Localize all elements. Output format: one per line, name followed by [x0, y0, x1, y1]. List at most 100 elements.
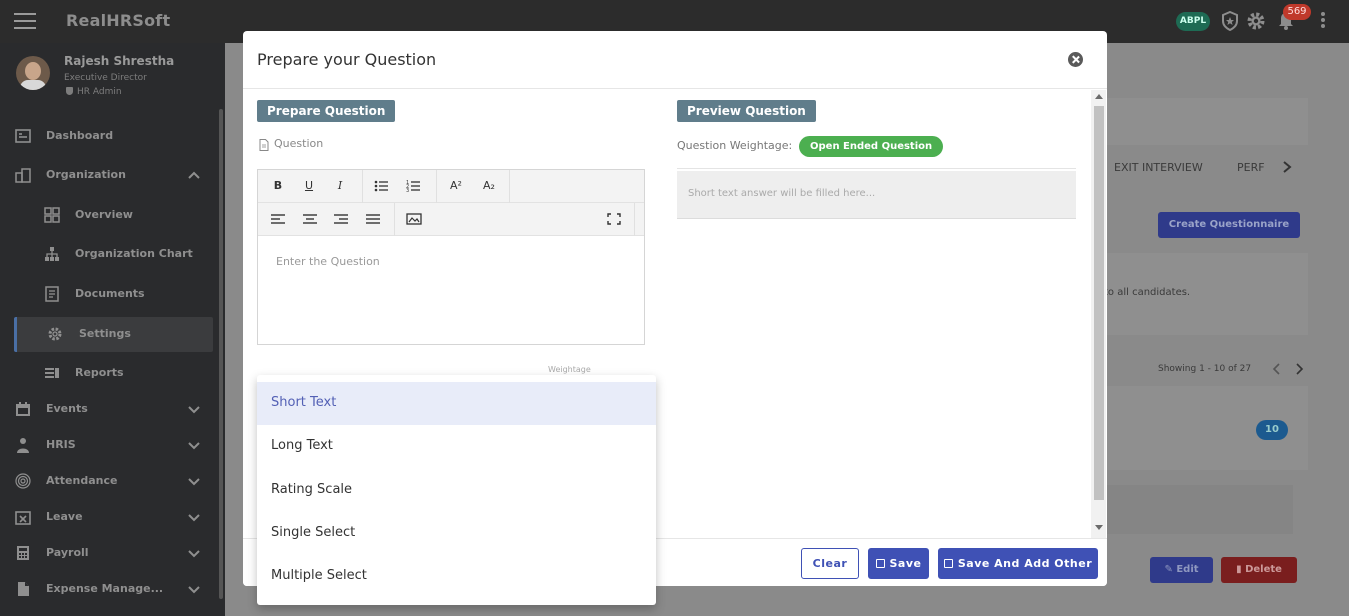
profile-name: Rajesh Shrestha [64, 54, 175, 68]
fullscreen-icon[interactable] [605, 211, 623, 227]
save-icon [943, 559, 953, 568]
subscript-button[interactable]: A₂ [480, 178, 498, 194]
save-and-add-other-button[interactable]: Save And Add Other [938, 548, 1098, 579]
reports-icon [45, 368, 59, 378]
chevron-down-icon [188, 406, 200, 414]
delete-button[interactable]: ▮ Delete [1221, 557, 1297, 583]
option-label: Long Text [271, 438, 333, 453]
person-icon [17, 438, 29, 453]
overview-icon [44, 207, 60, 223]
more-options-icon[interactable] [1320, 12, 1326, 30]
sidebar-item-settings[interactable]: Settings [0, 319, 225, 349]
clear-button[interactable]: Clear [801, 548, 859, 579]
align-right-icon[interactable] [332, 211, 350, 227]
menu-icon[interactable] [14, 13, 36, 29]
option-label: Multiple Select [271, 568, 367, 583]
sidebar-item-documents[interactable]: Documents [0, 279, 225, 309]
scroll-up-icon[interactable] [1095, 94, 1103, 99]
sidebar-item-events[interactable]: Events [0, 394, 225, 424]
count-badge: 10 [1256, 420, 1288, 440]
underline-button[interactable]: U [300, 178, 318, 194]
toolbar-divider [436, 170, 437, 203]
save-button[interactable]: Save [868, 548, 929, 579]
chevron-down-icon [188, 478, 200, 486]
gear-icon[interactable] [1246, 11, 1266, 31]
dashboard-icon [15, 129, 31, 143]
modal-scrollbar[interactable] [1091, 90, 1106, 538]
chevron-right-icon[interactable] [1294, 363, 1304, 375]
close-icon[interactable] [1068, 52, 1083, 67]
sidebar-scrollbar[interactable] [219, 109, 223, 599]
preview-answer-field: Short text answer will be filled here... [677, 171, 1076, 219]
sidebar-item-label: Events [46, 402, 88, 415]
sidebar: Rajesh Shrestha Executive Director HR Ad… [0, 43, 225, 616]
question-editor: B U I 123 A² A₂ Enter the Question [257, 169, 645, 345]
create-questionnaire-button[interactable]: Create Questionnaire [1158, 212, 1300, 238]
delete-label: Delete [1245, 564, 1282, 575]
sidebar-item-label: Reports [75, 366, 124, 379]
sidebar-item-hris[interactable]: HRIS [0, 430, 225, 460]
calculator-icon [17, 546, 29, 560]
italic-button[interactable]: I [331, 178, 349, 194]
sidebar-item-label: Overview [75, 208, 133, 221]
sidebar-item-organization-chart[interactable]: Organization Chart [0, 239, 225, 269]
avatar[interactable] [16, 56, 50, 90]
toolbar-divider [394, 203, 395, 236]
sidebar-item-reports[interactable]: Reports [0, 358, 225, 388]
document-icon [259, 139, 269, 151]
sidebar-item-label: Payroll [46, 546, 89, 559]
superscript-button[interactable]: A² [447, 178, 465, 194]
preview-answer-placeholder: Short text answer will be filled here... [688, 188, 876, 199]
toolbar-divider [509, 170, 510, 203]
scroll-down-icon[interactable] [1095, 525, 1103, 530]
background-card [1090, 98, 1308, 145]
align-justify-icon[interactable] [364, 211, 382, 227]
edit-button[interactable]: ✎ Edit [1150, 557, 1213, 583]
sidebar-item-label: Leave [46, 510, 83, 523]
option-label: Single Select [271, 525, 356, 540]
toolbar-divider [362, 170, 363, 203]
background-description: to all candidates. [1104, 287, 1191, 298]
chevron-right-icon[interactable] [1281, 160, 1293, 174]
image-icon[interactable] [405, 211, 423, 227]
gear-icon [48, 327, 62, 341]
numbered-list-icon[interactable]: 123 [405, 178, 423, 194]
chevron-left-icon[interactable] [1272, 363, 1282, 375]
tab-exit-interview[interactable]: EXIT INTERVIEW [1114, 161, 1203, 174]
sidebar-item-payroll[interactable]: Payroll [0, 538, 225, 568]
bold-button[interactable]: B [269, 178, 287, 194]
question-type-dropdown: Short Text Long Text Rating Scale Single… [257, 375, 656, 605]
editor-toolbar-row-2 [258, 203, 644, 236]
sidebar-item-expense-management[interactable]: Expense Manage... [0, 574, 225, 604]
scrollbar-thumb[interactable] [1094, 106, 1104, 500]
sidebar-item-label: Attendance [46, 474, 118, 487]
sidebar-item-attendance[interactable]: Attendance [0, 466, 225, 496]
chevron-down-icon [188, 586, 200, 594]
bullet-list-icon[interactable] [373, 178, 391, 194]
modal-title: Prepare your Question [257, 50, 437, 69]
align-center-icon[interactable] [301, 211, 319, 227]
pagination-info: Showing 1 - 10 of 27 [1158, 364, 1252, 374]
fingerprint-icon [15, 473, 31, 489]
notification-badge: 569 [1283, 4, 1311, 20]
option-rating-scale[interactable]: Rating Scale [257, 469, 656, 512]
sidebar-item-label: HRIS [46, 438, 76, 451]
sidebar-item-organization[interactable]: Organization [0, 160, 225, 190]
option-multiple-select[interactable]: Multiple Select [257, 555, 656, 598]
sidebar-item-dashboard[interactable]: Dashboard [0, 121, 225, 151]
company-badge[interactable]: ABPL [1176, 12, 1210, 31]
preview-divider [677, 168, 1076, 169]
sidebar-item-overview[interactable]: Overview [0, 200, 225, 230]
question-editor-input[interactable]: Enter the Question [276, 255, 380, 268]
sidebar-item-leave[interactable]: Leave [0, 502, 225, 532]
option-short-text[interactable]: Short Text [257, 382, 656, 425]
option-single-select[interactable]: Single Select [257, 512, 656, 555]
option-long-text[interactable]: Long Text [257, 425, 656, 468]
leave-icon [15, 511, 31, 525]
align-left-icon[interactable] [269, 211, 287, 227]
tab-performance[interactable]: PERF [1237, 161, 1265, 174]
sidebar-item-label: Expense Manage... [46, 582, 164, 595]
edit-icon: ✎ [1164, 564, 1177, 575]
brand-logo[interactable]: RealHRSoft [66, 11, 170, 30]
shield-icon[interactable] [1220, 11, 1240, 31]
